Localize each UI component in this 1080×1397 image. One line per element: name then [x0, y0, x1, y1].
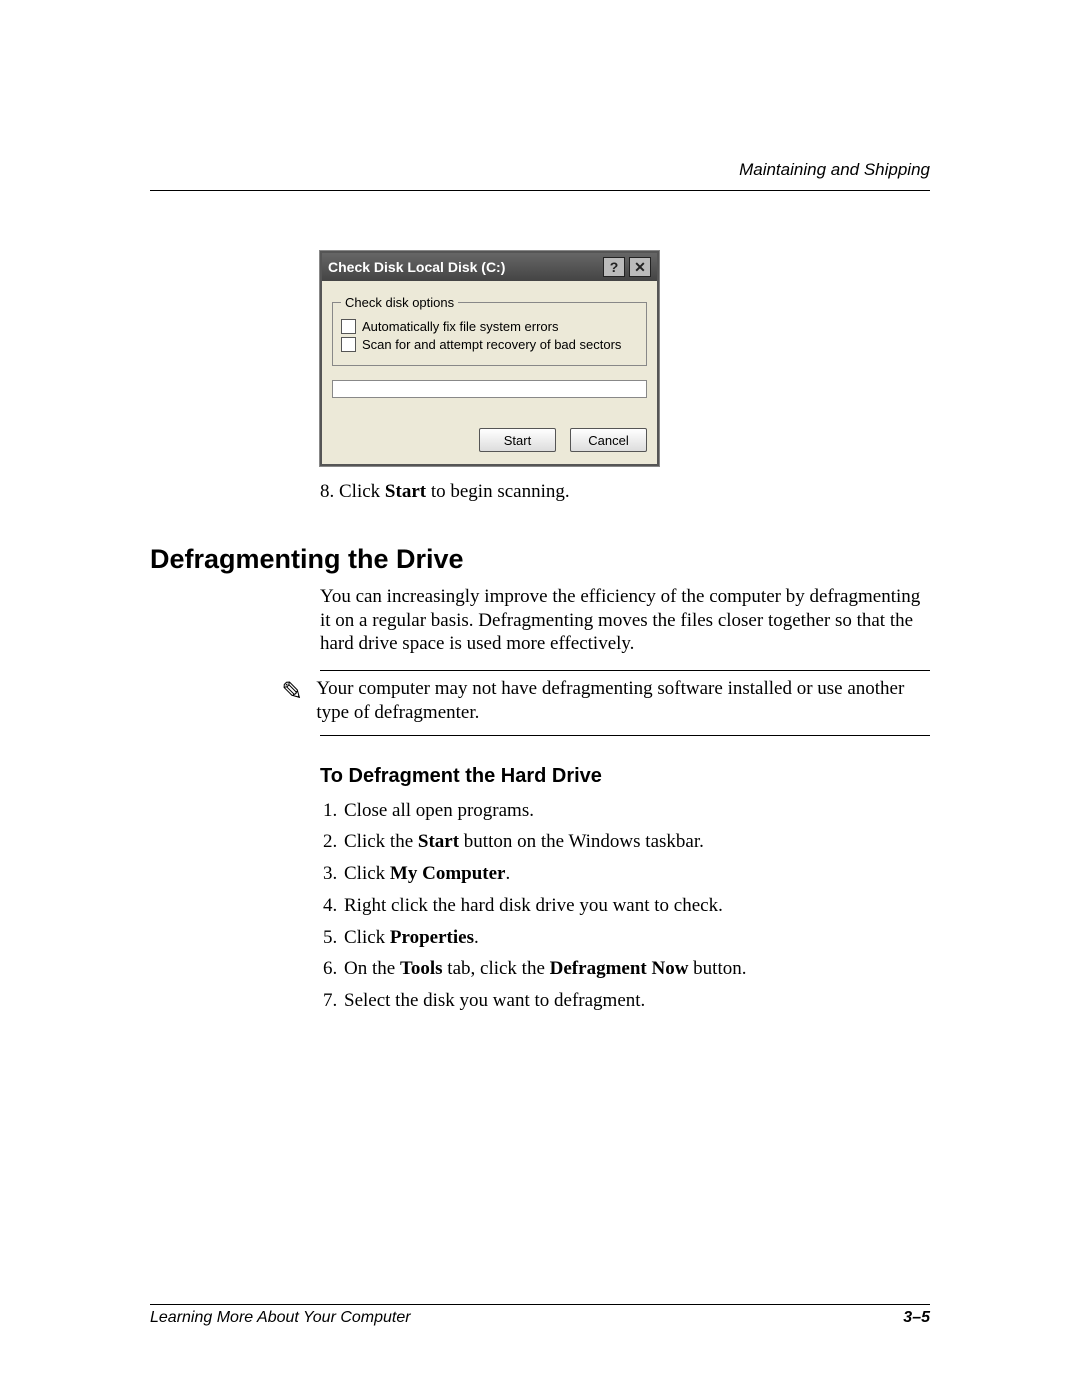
check-disk-dialog: Check Disk Local Disk (C:) ? ✕ Check dis… — [320, 251, 659, 466]
step-8-post: to begin scanning. — [426, 481, 570, 502]
page-footer: Learning More About Your Computer 3–5 — [150, 1296, 930, 1327]
check-disk-options-group: Check disk options Automatically fix fil… — [332, 295, 647, 366]
step-8-bold: Start — [385, 481, 426, 502]
progress-bar — [332, 380, 647, 398]
cancel-button[interactable]: Cancel — [570, 428, 647, 452]
scan-recover-checkbox[interactable] — [341, 337, 356, 352]
step-8: 8. Click Start to begin scanning. — [320, 480, 930, 504]
step-8-pre: Click — [339, 481, 385, 502]
list-item: Click Properties. — [342, 926, 930, 950]
dialog-title: Check Disk Local Disk (C:) — [328, 259, 505, 275]
start-button[interactable]: Start — [479, 428, 556, 452]
section-heading-defragmenting: Defragmenting the Drive — [150, 544, 930, 575]
help-icon[interactable]: ? — [603, 257, 625, 277]
list-item: Click the Start button on the Windows ta… — [342, 830, 930, 854]
note-rule-bottom — [320, 735, 930, 736]
list-item: Close all open programs. — [342, 799, 930, 823]
group-legend: Check disk options — [341, 295, 458, 310]
list-item: Select the disk you want to defragment. — [342, 989, 930, 1013]
close-icon[interactable]: ✕ — [629, 257, 651, 277]
step-8-number: 8. — [320, 481, 334, 502]
intro-paragraph: You can increasingly improve the efficie… — [320, 585, 930, 656]
header-rule — [150, 190, 930, 191]
footer-left: Learning More About Your Computer — [150, 1309, 411, 1327]
subhead-to-defragment: To Defragment the Hard Drive — [320, 764, 930, 789]
defragment-steps: Close all open programs. Click the Start… — [320, 799, 930, 1013]
page-header-right: Maintaining and Shipping — [150, 160, 930, 180]
footer-page-number: 3–5 — [903, 1309, 930, 1327]
list-item: Right click the hard disk drive you want… — [342, 894, 930, 918]
list-item: Click My Computer. — [342, 862, 930, 886]
auto-fix-checkbox[interactable] — [341, 319, 356, 334]
auto-fix-label: Automatically fix file system errors — [362, 319, 559, 334]
note-text: Your computer may not have defragmenting… — [316, 677, 930, 725]
note-icon: ✎ — [280, 679, 304, 705]
scan-recover-label: Scan for and attempt recovery of bad sec… — [362, 337, 621, 352]
dialog-titlebar: Check Disk Local Disk (C:) ? ✕ — [322, 253, 657, 281]
note-rule-top — [320, 670, 930, 671]
list-item: On the Tools tab, click the Defragment N… — [342, 957, 930, 981]
